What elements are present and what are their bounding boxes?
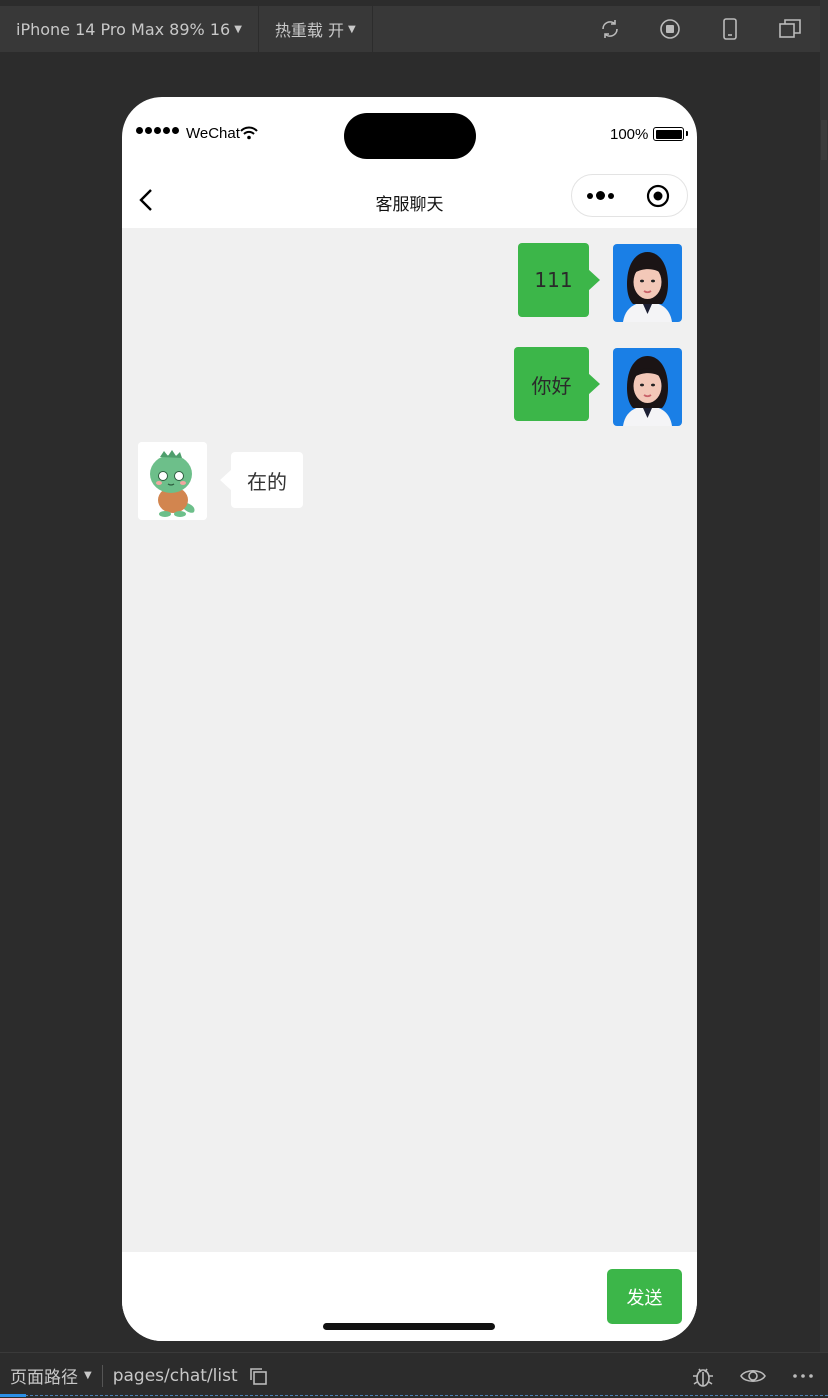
message-bubble[interactable]: 在的 <box>220 452 303 508</box>
scrollbar[interactable] <box>820 0 828 1352</box>
devtools-bottom-bar: 页面路径 ▼ pages/chat/list <box>0 1352 828 1398</box>
avatar[interactable] <box>613 244 682 322</box>
page-path: pages/chat/list <box>112 1365 238 1386</box>
home-indicator <box>323 1323 495 1330</box>
chevron-down-icon: ▼ <box>234 23 242 35</box>
message-input[interactable] <box>134 1269 594 1323</box>
chevron-down-icon: ▼ <box>84 1370 92 1381</box>
copy-icon[interactable] <box>248 1366 268 1386</box>
menu-capsule <box>571 174 688 217</box>
page-path-label: 页面路径 <box>10 1368 78 1388</box>
message-bubble[interactable]: 111 <box>518 243 600 317</box>
wifi-icon <box>240 125 258 144</box>
divider <box>0 1395 828 1396</box>
dynamic-island <box>344 113 476 159</box>
more-icon[interactable] <box>778 1356 828 1396</box>
chat-area[interactable]: 111 你好 在的 <box>122 228 697 1252</box>
device-label: iPhone 14 Pro Max 89% 16 <box>16 19 231 39</box>
battery-icon <box>653 127 688 141</box>
nav-bar: 客服聊天 <box>122 169 697 228</box>
message-bubble[interactable]: 你好 <box>514 347 600 421</box>
debug-bug-icon[interactable] <box>678 1356 728 1396</box>
refresh-icon[interactable] <box>580 6 640 52</box>
more-icon[interactable] <box>572 175 630 216</box>
hot-reload-label: 热重载 开 <box>274 21 344 40</box>
send-button[interactable]: 发送 <box>607 1269 682 1324</box>
hot-reload-toggle[interactable]: 热重载 开 ▼ <box>259 6 373 52</box>
message-text: 在的 <box>247 469 287 494</box>
chevron-down-icon: ▼ <box>347 23 356 35</box>
stop-icon[interactable] <box>640 6 700 52</box>
avatar[interactable] <box>138 442 207 520</box>
progress-indicator <box>0 1394 26 1397</box>
phone-simulator: WeChat 100% 客服聊天 111 你好 在的 发送 <box>122 97 697 1341</box>
carrier-label: WeChat <box>186 125 240 142</box>
message-text: 111 <box>534 268 573 292</box>
window-icon[interactable] <box>760 6 820 52</box>
page-path-selector[interactable]: 页面路径 ▼ <box>10 1363 92 1388</box>
devtools-toolbar: iPhone 14 Pro Max 89% 16 ▼ 热重载 开 ▼ <box>0 6 820 52</box>
avatar[interactable] <box>613 348 682 426</box>
battery-percent: 100% <box>610 126 649 143</box>
phone-icon[interactable] <box>700 6 760 52</box>
status-bar: WeChat 100% <box>122 97 697 169</box>
message-text: 你好 <box>531 373 572 398</box>
close-target-icon[interactable] <box>630 175 688 216</box>
device-selector[interactable]: iPhone 14 Pro Max 89% 16 ▼ <box>0 6 259 52</box>
divider <box>101 1364 103 1387</box>
eye-icon[interactable] <box>728 1356 778 1396</box>
signal-icon <box>136 127 179 134</box>
